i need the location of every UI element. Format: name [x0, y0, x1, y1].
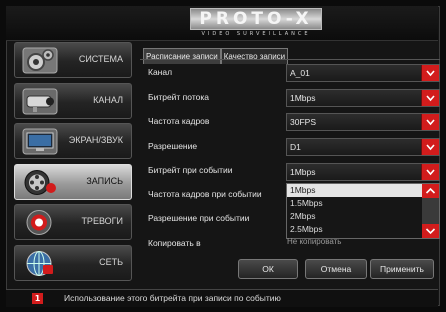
chevron-down-icon[interactable]	[421, 90, 439, 106]
stream-bitrate-value: 1Mbps	[290, 93, 316, 103]
copy-to-value: Не копировать	[287, 237, 342, 246]
scroll-down-button[interactable]	[422, 224, 439, 238]
stream-bitrate-label: Битрейт потока	[148, 92, 209, 102]
chevron-up-icon	[425, 187, 436, 194]
monitor-icon	[21, 127, 59, 156]
sidebar-item-record[interactable]: ЗАПИСЬ	[14, 163, 132, 200]
brand-logo: PROTO-X VIDEO SURVEILLANCE	[181, 8, 331, 38]
stream-bitrate-select[interactable]: 1Mbps	[286, 89, 440, 107]
scrollbar-track[interactable]	[422, 198, 439, 226]
frame-rate-value: 30FPS	[290, 117, 316, 127]
channel-select[interactable]: A_01	[286, 64, 440, 82]
logo-tagline: VIDEO SURVEILLANCE	[201, 31, 311, 37]
sidebar-item-display-audio[interactable]: ЭКРАН/ЗВУК	[14, 123, 132, 159]
dropdown-option[interactable]: 1.5Mbps	[287, 197, 439, 210]
tab-bar: Расписание записи Качество записи	[143, 44, 289, 64]
chevron-down-icon	[425, 228, 436, 235]
sidebar-item-network[interactable]: СЕТЬ	[14, 244, 132, 281]
logo-title: PROTO-X	[190, 8, 322, 30]
sidebar-item-system[interactable]: СИСТЕМА	[14, 42, 132, 78]
sidebar-item-channel[interactable]: КАНАЛ	[14, 82, 132, 119]
cancel-button[interactable]: Отмена	[305, 259, 367, 279]
resolution-value: D1	[290, 142, 301, 152]
ok-button[interactable]: ОК	[238, 259, 298, 279]
dropdown-option[interactable]: 1Mbps	[287, 184, 439, 197]
header-bar: PROTO-X VIDEO SURVEILLANCE	[6, 6, 438, 41]
event-resolution-label: Разрешение при событии	[148, 213, 250, 223]
sidebar-item-label: ЗАПИСЬ	[86, 175, 123, 186]
alarm-icon	[21, 208, 59, 237]
info-icon: 1	[32, 293, 43, 304]
chevron-down-icon[interactable]	[421, 65, 439, 81]
channel-value: A_01	[290, 68, 310, 78]
sidebar-item-label: КАНАЛ	[93, 94, 123, 105]
sidebar-item-alarms[interactable]: ТРЕВОГИ	[14, 204, 132, 240]
network-icon	[21, 249, 59, 278]
sidebar-item-label: ЭКРАН/ЗВУК	[68, 135, 123, 145]
copy-to-label: Копировать в	[148, 238, 201, 248]
chevron-down-icon[interactable]	[421, 139, 439, 155]
resolution-select[interactable]: D1	[286, 138, 440, 156]
frame-rate-select[interactable]: 30FPS	[286, 113, 440, 131]
event-bitrate-select[interactable]: 1Mbps	[286, 163, 440, 181]
channel-label: Канал	[148, 67, 173, 77]
dropdown-option[interactable]: 2Mbps	[287, 210, 439, 223]
event-frame-rate-label: Частота кадров при событии	[148, 189, 262, 199]
sidebar-item-label: СЕТЬ	[99, 256, 123, 267]
camera-icon	[21, 87, 59, 116]
event-bitrate-value: 1Mbps	[290, 167, 316, 177]
apply-button[interactable]: Применить	[370, 259, 434, 279]
sidebar-item-label: ТРЕВОГИ	[81, 216, 123, 226]
event-bitrate-label: Битрейт при событии	[148, 165, 233, 175]
event-bitrate-dropdown-list[interactable]: 1Mbps 1.5Mbps 2Mbps 2.5Mbps	[286, 183, 440, 239]
chevron-down-icon[interactable]	[421, 114, 439, 130]
gear-icon	[21, 46, 59, 75]
dropdown-option[interactable]: 2.5Mbps	[287, 223, 439, 236]
film-reel-icon	[21, 168, 59, 197]
resolution-label: Разрешение	[148, 141, 198, 151]
chevron-down-icon[interactable]	[421, 164, 439, 180]
sidebar-item-label: СИСТЕМА	[78, 54, 123, 64]
status-bar: 1 Использование этого битрейта при запис…	[6, 289, 438, 307]
status-message: Использование этого битрейта при записи …	[64, 293, 281, 303]
sidebar: СИСТЕМА КАНАЛ ЭКРАН/ЗВУК ЗАПИСЬ ТРЕВОГИ …	[14, 42, 132, 285]
frame-rate-label: Частота кадров	[148, 116, 210, 126]
scroll-up-button[interactable]	[422, 184, 439, 198]
